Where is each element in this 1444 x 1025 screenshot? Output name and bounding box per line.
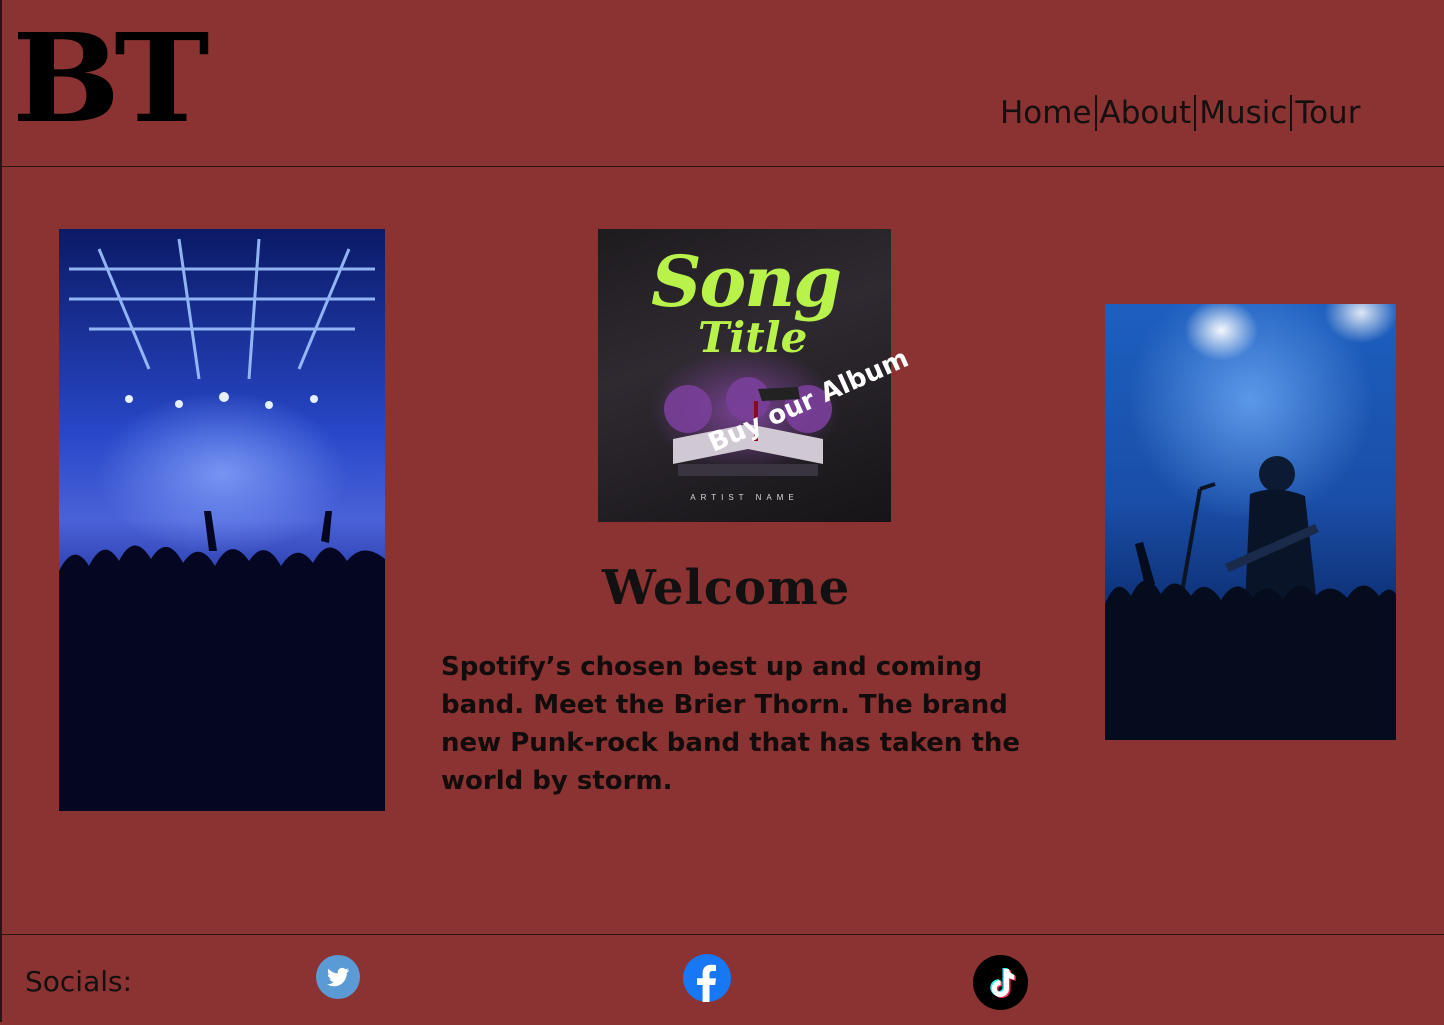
twitter-icon[interactable] bbox=[316, 955, 360, 999]
nav-about-link[interactable]: About bbox=[1100, 95, 1192, 131]
nav-divider bbox=[1194, 95, 1197, 131]
site-footer: Socials: bbox=[0, 934, 1444, 1025]
album-artist: ARTIST NAME bbox=[690, 493, 799, 502]
nav-divider bbox=[1094, 95, 1097, 131]
nav-music-link[interactable]: Music bbox=[1199, 95, 1287, 131]
stage-lights-graphic bbox=[69, 238, 375, 409]
nav-home-link[interactable]: Home bbox=[1000, 95, 1092, 131]
logo[interactable]: BT bbox=[12, 7, 209, 151]
concert-crowd-photo bbox=[59, 229, 385, 811]
guitarist-stage-photo bbox=[1105, 304, 1396, 740]
socials-label: Socials: bbox=[25, 965, 133, 998]
site-header: BT Home About Music Tour bbox=[0, 0, 1444, 167]
welcome-heading: Welcome bbox=[602, 560, 851, 616]
guitarist-graphic bbox=[1105, 456, 1396, 740]
facebook-icon[interactable] bbox=[683, 954, 731, 1002]
tiktok-icon[interactable] bbox=[973, 955, 1028, 1010]
nav-divider bbox=[1290, 95, 1293, 131]
album-title: Song bbox=[650, 240, 842, 323]
main-nav: Home About Music Tour bbox=[1000, 92, 1360, 134]
album-subtitle: Title bbox=[698, 313, 808, 362]
intro-text: Spotify’s chosen best up and coming band… bbox=[441, 652, 1021, 796]
logo-text: BT bbox=[12, 7, 209, 151]
nav-tour-link[interactable]: Tour bbox=[1295, 95, 1360, 131]
crowd-silhouette bbox=[59, 511, 385, 811]
